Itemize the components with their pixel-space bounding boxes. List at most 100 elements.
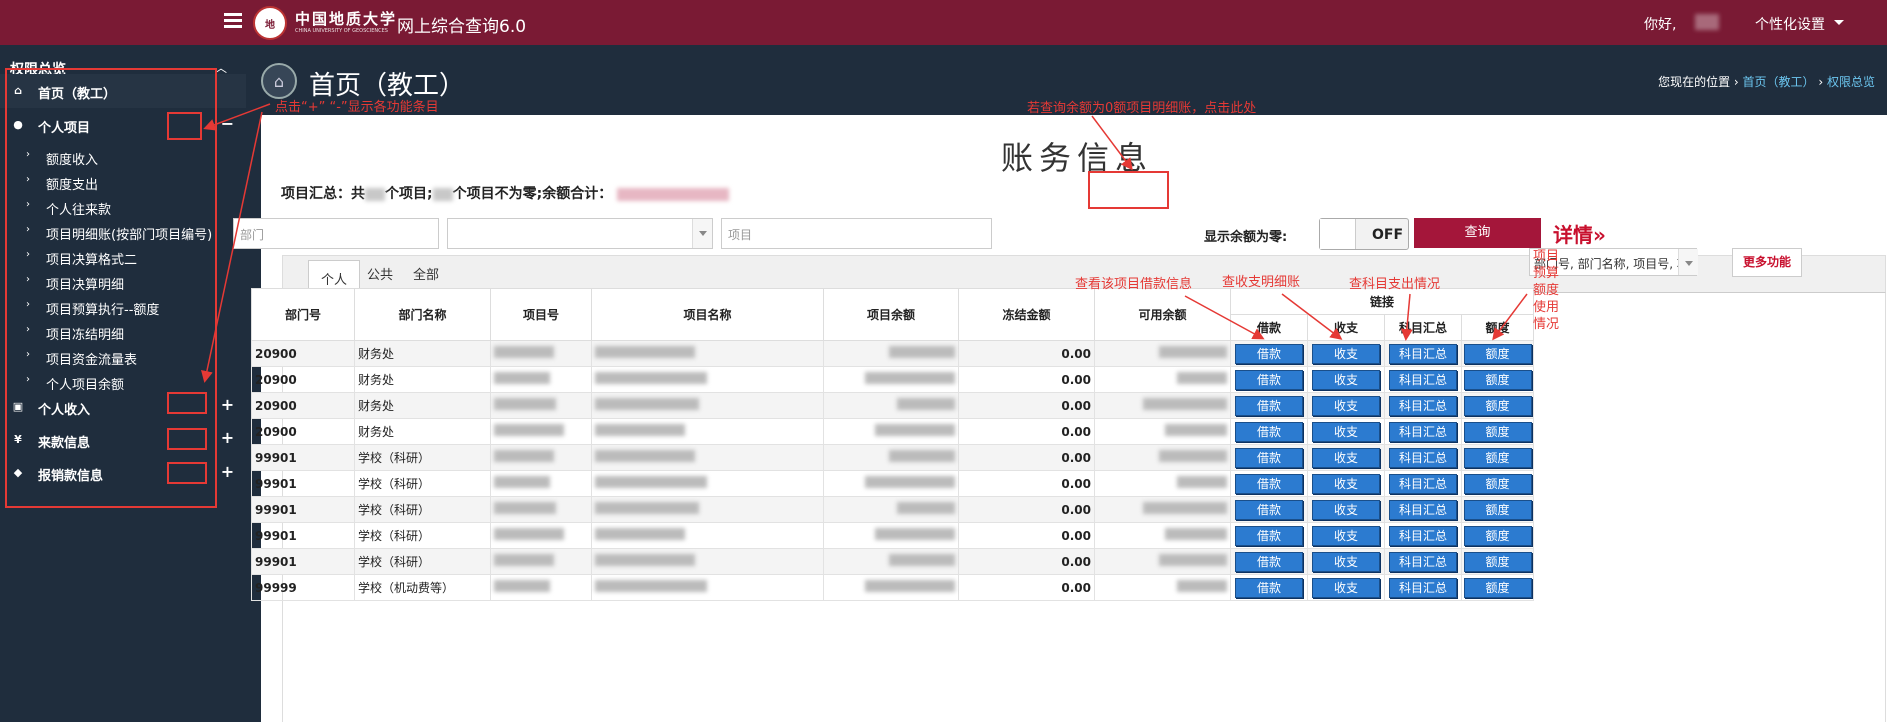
cell-available — [1094, 574, 1231, 601]
cell-dept-name: 学校（科研） — [354, 470, 491, 497]
borrow-button[interactable]: 借款 — [1235, 369, 1303, 390]
table-row: 99901 学校（科研） 0.00 借款 收支 科目汇总 额度 — [251, 470, 1534, 497]
breadcrumb-current[interactable]: 权限总览 — [1827, 75, 1875, 89]
expand-personal-income-button[interactable]: + — [214, 395, 241, 417]
cell-income: 收支 — [1307, 522, 1385, 549]
cell-project-balance — [823, 470, 959, 497]
collapse-personal-projects-button[interactable]: − — [214, 114, 241, 136]
subject-button[interactable]: 科目汇总 — [1389, 525, 1457, 546]
borrow-button[interactable]: 借款 — [1235, 343, 1303, 364]
cell-project-balance — [823, 574, 959, 601]
subject-button[interactable]: 科目汇总 — [1389, 343, 1457, 364]
income-button[interactable]: 收支 — [1312, 343, 1380, 364]
quota-button[interactable]: 额度 — [1463, 343, 1532, 364]
project-input[interactable]: 项目 — [721, 218, 992, 249]
income-button[interactable]: 收支 — [1312, 369, 1380, 390]
subject-button[interactable]: 科目汇总 — [1389, 577, 1457, 598]
income-button[interactable]: 收支 — [1312, 395, 1380, 416]
cell-project-name — [591, 418, 824, 445]
quota-button[interactable]: 额度 — [1463, 577, 1532, 598]
quota-button[interactable]: 额度 — [1463, 473, 1532, 494]
quota-button[interactable]: 额度 — [1463, 369, 1532, 390]
subject-button[interactable]: 科目汇总 — [1389, 447, 1457, 468]
detail-link[interactable]: 详情» — [1553, 219, 1606, 248]
dept-input[interactable]: 部门 — [233, 218, 439, 249]
borrow-button[interactable]: 借款 — [1235, 473, 1303, 494]
chevron-down-icon[interactable] — [1834, 20, 1844, 25]
cell-project-balance — [823, 548, 959, 575]
annotation-income: 查收支明细账 — [1222, 275, 1301, 290]
subject-button[interactable]: 科目汇总 — [1389, 499, 1457, 520]
col-frozen[interactable]: 冻结金额 — [958, 288, 1095, 341]
col-project-balance[interactable]: 项目余额 — [823, 288, 959, 341]
col-project-name[interactable]: 项目名称 — [591, 288, 824, 341]
menu-icon[interactable] — [224, 13, 242, 29]
chevron-down-icon[interactable] — [1678, 249, 1698, 275]
borrow-button[interactable]: 借款 — [1235, 421, 1303, 442]
subject-button[interactable]: 科目汇总 — [1389, 551, 1457, 572]
cell-borrow: 借款 — [1230, 392, 1308, 419]
cell-frozen: 0.00 — [958, 340, 1095, 367]
quota-button[interactable]: 额度 — [1463, 421, 1532, 442]
borrow-button[interactable]: 借款 — [1235, 551, 1303, 572]
dept-select[interactable] — [447, 218, 713, 249]
cell-subject: 科目汇总 — [1384, 548, 1462, 575]
income-button[interactable]: 收支 — [1312, 499, 1380, 520]
cell-dept-name: 财务处 — [354, 340, 491, 367]
chevron-down-icon[interactable] — [692, 219, 712, 248]
col-links: 链接 — [1230, 288, 1534, 315]
breadcrumb-home-link[interactable]: 首页（教工） — [1743, 75, 1815, 89]
cell-project-no — [490, 340, 592, 367]
subject-button[interactable]: 科目汇总 — [1389, 395, 1457, 416]
income-button[interactable]: 收支 — [1312, 473, 1380, 494]
borrow-button[interactable]: 借款 — [1235, 395, 1303, 416]
cell-dept-name: 财务处 — [354, 366, 491, 393]
subject-button[interactable]: 科目汇总 — [1389, 473, 1457, 494]
cell-frozen: 0.00 — [958, 470, 1095, 497]
income-button[interactable]: 收支 — [1312, 577, 1380, 598]
expand-reimbursement-button[interactable]: + — [214, 462, 241, 484]
cell-project-no — [490, 418, 592, 445]
cell-project-no — [490, 444, 592, 471]
tab-all[interactable]: 全部 — [401, 264, 451, 283]
borrow-button[interactable]: 借款 — [1235, 577, 1303, 598]
col-dept[interactable]: 部门号 — [251, 288, 355, 341]
cell-project-no — [490, 392, 592, 419]
table-row: 20900 财务处 0.00 借款 收支 科目汇总 额度 — [251, 418, 1534, 445]
university-name: 中国地质大学 — [295, 10, 398, 28]
cell-borrow: 借款 — [1230, 366, 1308, 393]
income-button[interactable]: 收支 — [1312, 421, 1380, 442]
show-zero-toggle[interactable]: OFF — [1319, 218, 1409, 250]
subject-button[interactable]: 科目汇总 — [1389, 369, 1457, 390]
personal-settings-menu[interactable]: 个性化设置 — [1755, 14, 1825, 34]
cell-available — [1094, 340, 1231, 367]
quota-button[interactable]: 额度 — [1463, 551, 1532, 572]
income-button[interactable]: 收支 — [1312, 447, 1380, 468]
col-quota: 额度 — [1461, 314, 1534, 341]
expand-highlight-box — [167, 392, 207, 414]
cell-frozen: 0.00 — [958, 548, 1095, 575]
query-button[interactable]: 查询 — [1414, 218, 1541, 248]
quota-button[interactable]: 额度 — [1463, 447, 1532, 468]
income-button[interactable]: 收支 — [1312, 525, 1380, 546]
col-dept-name[interactable]: 部门名称 — [354, 288, 491, 341]
cell-subject: 科目汇总 — [1384, 470, 1462, 497]
cell-dept-name: 学校（机动费等） — [354, 574, 491, 601]
col-project-no[interactable]: 项目号 — [490, 288, 592, 341]
cell-frozen: 0.00 — [958, 444, 1095, 471]
borrow-button[interactable]: 借款 — [1235, 525, 1303, 546]
borrow-button[interactable]: 借款 — [1235, 499, 1303, 520]
expand-incoming-funds-button[interactable]: + — [214, 428, 241, 450]
borrow-button[interactable]: 借款 — [1235, 447, 1303, 468]
cell-dept: 99901 — [251, 522, 355, 549]
home-icon: ⌂ — [261, 63, 297, 99]
quota-button[interactable]: 额度 — [1463, 395, 1532, 416]
income-button[interactable]: 收支 — [1312, 551, 1380, 572]
quota-button[interactable]: 额度 — [1463, 499, 1532, 520]
tab-public[interactable]: 公共 — [355, 264, 405, 283]
col-available[interactable]: 可用余额 — [1094, 288, 1231, 341]
subject-button[interactable]: 科目汇总 — [1389, 421, 1457, 442]
more-functions-button[interactable]: 更多功能 — [1732, 248, 1802, 277]
cell-project-name — [591, 366, 824, 393]
quota-button[interactable]: 额度 — [1463, 525, 1532, 546]
